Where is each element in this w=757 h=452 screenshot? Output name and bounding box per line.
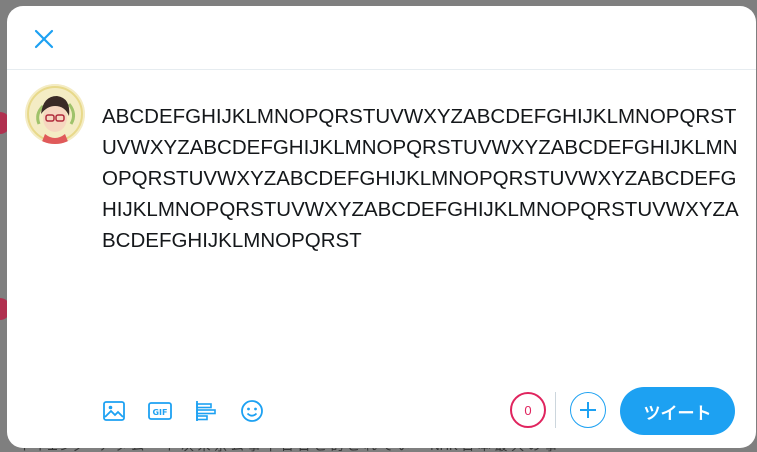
avatar-image [25,84,85,144]
tweet-button[interactable]: ツイート [620,387,735,435]
image-icon [103,401,125,421]
avatar[interactable] [25,84,85,144]
dialog-header [7,6,756,70]
close-icon [34,29,54,49]
emoji-icon [241,400,263,422]
tweet-text-input[interactable]: ABCDEFGHIJKLMNOPQRSTUVWXYZABCDEFGHIJKLMN… [102,101,742,256]
add-tweet-button[interactable] [570,392,606,428]
gif-icon: GIF [148,402,172,420]
compose-tweet-dialog: ABCDEFGHIJKLMNOPQRSTUVWXYZABCDEFGHIJKLMN… [7,6,756,448]
poll-icon [196,401,216,421]
add-poll-button[interactable] [189,394,223,428]
divider [555,392,556,428]
close-button[interactable] [27,22,61,56]
gif-label: GIF [152,408,167,417]
character-counter: 0 [510,392,546,428]
compose-toolbar: GIF [97,394,269,428]
add-emoji-button[interactable] [235,394,269,428]
add-gif-button[interactable]: GIF [143,394,177,428]
plus-icon [580,402,596,418]
add-media-button[interactable] [97,394,131,428]
